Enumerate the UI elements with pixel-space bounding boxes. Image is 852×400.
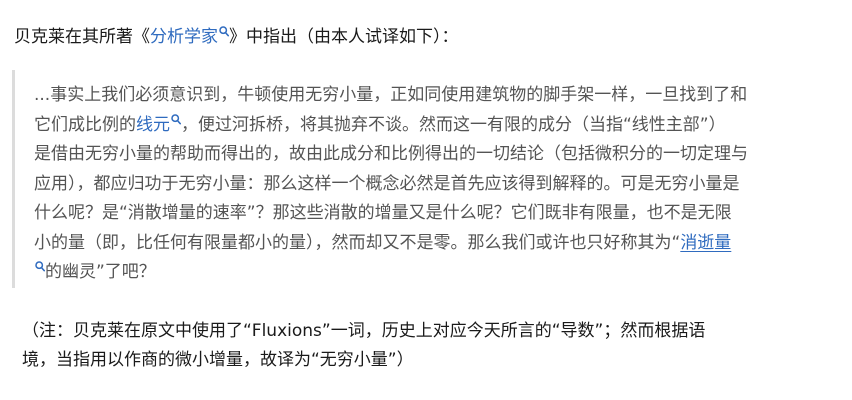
- quote-text: ...事实上我们必须意识到，牛顿使用无穷小量，正如同使用建筑物的脚手架一样，一旦…: [34, 85, 748, 105]
- search-icon: [35, 261, 45, 272]
- link-the-analyst[interactable]: 分析学家: [150, 26, 229, 47]
- quote-line: 小的量（即，比任何有限量都小的量），然而却又不是零。那么我们或许也只好称其为“消…: [34, 229, 834, 259]
- link-line-element-label[interactable]: 线元: [136, 115, 170, 135]
- note-line: （注：贝克莱在原文中使用了“Fluxions”一词，历史上对应今天所言的“导数”…: [22, 317, 834, 346]
- note-text: 境，当指用以作商的微小增量，故译为“无穷小量”）: [22, 350, 414, 370]
- quote-text: 的幽灵”了吧？: [45, 262, 156, 282]
- note-line: 境，当指用以作商的微小增量，故译为“无穷小量”）: [22, 346, 834, 375]
- quote-line: 应用），都应归功于无穷小量：那么这样一个概念必然是首先应该得到解释的。可是无穷小…: [34, 170, 834, 200]
- link-evanescent-quantities-label[interactable]: 消逝量: [680, 233, 731, 253]
- link-evanescent-quantities-icon[interactable]: [34, 261, 45, 282]
- quote-line: 它们成比例的线元 ，便过河拆桥，将其抛弃不谈。然而这一有限的成分（当指“线性主部”…: [34, 111, 834, 141]
- intro-text-before: 贝克莱在其所著《: [14, 27, 150, 47]
- blockquote: ...事实上我们必须意识到，牛顿使用无穷小量，正如同使用建筑物的脚手架一样，一旦…: [12, 70, 834, 288]
- quote-text: 是借由无穷小量的帮助而得出的，故由此成分和比例得出的一切结论（包括微积分的一切定…: [34, 144, 748, 164]
- quote-line: 什么呢？是“消散增量的速率”？那这些消散的增量又是什么呢？它们既非有限量，也不是…: [34, 199, 834, 229]
- quote-line: ...事实上我们必须意识到，牛顿使用无穷小量，正如同使用建筑物的脚手架一样，一旦…: [34, 81, 834, 111]
- quote-text: ，便过河拆桥，将其抛弃不谈。然而这一有限的成分（当指“线性主部”）: [181, 114, 726, 135]
- link-line-element[interactable]: 线元: [136, 113, 181, 135]
- translator-note: （注：贝克莱在原文中使用了“Fluxions”一词，历史上对应今天所言的“导数”…: [22, 317, 834, 375]
- quote-line: 的幽灵”了吧？: [34, 258, 834, 288]
- quote-text: 它们成比例的: [34, 114, 136, 135]
- article-page: 贝克莱在其所著《分析学家 》中指出（由本人试译如下）： ...事实上我们必须意识到…: [0, 0, 852, 400]
- search-icon: [171, 113, 181, 124]
- intro-text-after: 》中指出（由本人试译如下）：: [229, 27, 459, 47]
- quote-text: 应用），都应归功于无穷小量：那么这样一个概念必然是首先应该得到解释的。可是无穷小…: [34, 173, 740, 194]
- intro-paragraph: 贝克莱在其所著《分析学家 》中指出（由本人试译如下）：: [14, 24, 834, 50]
- quote-line: 是借由无穷小量的帮助而得出的，故由此成分和比例得出的一切结论（包括微积分的一切定…: [34, 140, 834, 170]
- search-icon: [219, 26, 229, 37]
- quote-text: 小的量（即，比任何有限量都小的量），然而却又不是零。那么我们或许也只好称其为“: [34, 232, 681, 253]
- note-text: （注：贝克莱在原文中使用了“Fluxions”一词，历史上对应今天所言的“导数”…: [22, 321, 706, 341]
- quote-text: 什么呢？是“消散增量的速率”？那这些消散的增量又是什么呢？它们既非有限量，也不是…: [34, 203, 732, 223]
- link-evanescent-quantities[interactable]: 消逝量: [680, 233, 731, 253]
- link-the-analyst-label[interactable]: 分析学家: [150, 27, 218, 47]
